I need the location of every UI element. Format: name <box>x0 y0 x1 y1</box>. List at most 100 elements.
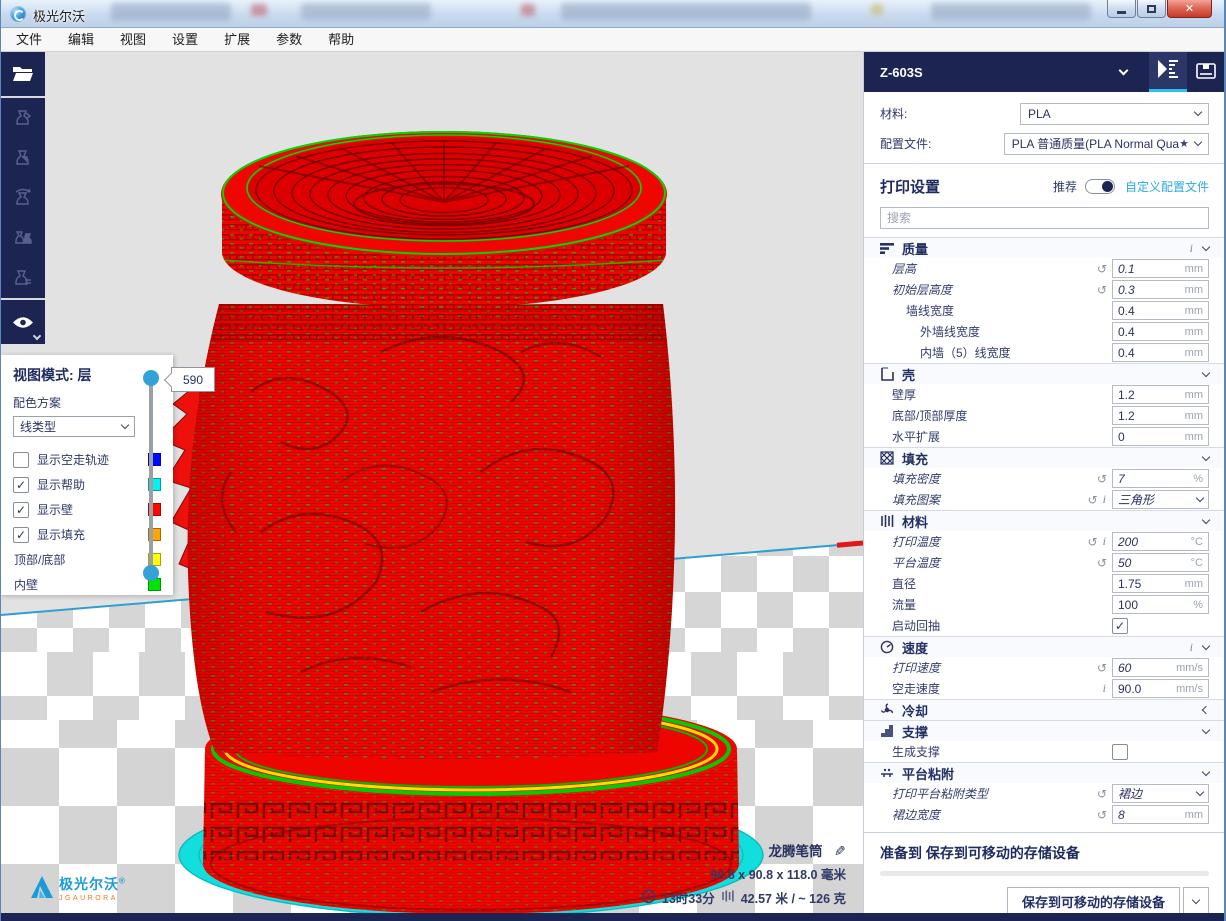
model-3d[interactable] <box>161 131 763 913</box>
setting-input[interactable]: 0.4mm <box>1112 322 1209 341</box>
chevron-down-icon[interactable] <box>1202 641 1210 649</box>
reset-icon[interactable]: ↺ <box>1097 556 1107 570</box>
printer-name[interactable]: Z-603S <box>880 65 1120 80</box>
setting-input[interactable]: 60mm/s <box>1112 658 1209 677</box>
layer-range-slider[interactable]: 590 <box>143 370 159 581</box>
menu-item[interactable]: 视图 <box>107 28 159 51</box>
section-header[interactable]: 壳 <box>864 363 1225 384</box>
setting-dropdown[interactable]: 裙边 <box>1112 784 1209 803</box>
setting-input[interactable]: 0.4mm <box>1112 343 1209 362</box>
edit-name-icon[interactable]: ✎ <box>834 843 846 860</box>
section-header[interactable]: 填充 <box>864 447 1225 468</box>
slider-top-handle[interactable] <box>143 370 159 386</box>
profile-select[interactable]: PLA 普通质量(PLA Normal Qua ★ <box>1004 133 1209 155</box>
reset-icon[interactable]: ↺ <box>1097 661 1107 675</box>
view-mode-button[interactable] <box>1 300 45 344</box>
setting-input[interactable]: 8mm <box>1112 805 1209 824</box>
slice-view-button[interactable] <box>1149 52 1187 92</box>
open-file-button[interactable] <box>1 52 45 96</box>
toggle-knob <box>1102 181 1113 192</box>
section-header[interactable]: 质量i <box>864 237 1225 258</box>
setting-value: 1.2 <box>1118 409 1185 423</box>
minimize-button[interactable] <box>1107 0 1136 18</box>
chevron-down-icon[interactable] <box>1202 515 1210 523</box>
print-device-button[interactable] <box>1187 52 1225 92</box>
menu-item[interactable]: 文件 <box>3 28 55 51</box>
setting-input[interactable]: 0.3mm <box>1112 280 1209 299</box>
slider-bottom-handle[interactable] <box>143 565 159 581</box>
reset-icon[interactable]: ↺ <box>1088 493 1098 507</box>
scale-tool-button[interactable] <box>1 138 45 178</box>
move-tool-button[interactable] <box>1 98 45 138</box>
section-header[interactable]: 材料 <box>864 510 1225 531</box>
section-header[interactable]: 支撑 <box>864 720 1225 741</box>
setting-input[interactable]: 1.2mm <box>1112 406 1209 425</box>
setting-input[interactable]: 0mm <box>1112 427 1209 446</box>
setting-input[interactable]: 0.1mm <box>1112 259 1209 278</box>
setting-checkbox[interactable]: ✓ <box>1112 618 1128 634</box>
color-scheme-label: 配色方案 <box>13 394 163 411</box>
chevron-down-icon[interactable] <box>1202 452 1210 460</box>
setting-input[interactable]: 90.0mm/s <box>1112 679 1209 698</box>
slider-track[interactable] <box>149 378 153 573</box>
setting-input[interactable]: 7% <box>1112 469 1209 488</box>
chevron-down-icon[interactable] <box>1202 368 1210 376</box>
legend-checkbox[interactable]: ✓ <box>13 527 29 543</box>
info-icon[interactable]: i <box>1103 534 1106 549</box>
maximize-button[interactable] <box>1137 0 1166 18</box>
recommended-custom-toggle[interactable] <box>1085 179 1115 194</box>
setting-input[interactable]: 200°C <box>1112 532 1209 551</box>
chevron-down-icon <box>33 332 41 340</box>
setting-input[interactable]: 0.4mm <box>1112 301 1209 320</box>
setting-input[interactable]: 1.75mm <box>1112 574 1209 593</box>
reset-icon[interactable]: ↺ <box>1097 283 1107 297</box>
legend-checkbox[interactable] <box>13 452 29 468</box>
reset-icon[interactable]: ↺ <box>1097 787 1107 801</box>
material-select[interactable]: PLA <box>1020 103 1209 125</box>
setting-row: 启动回抽✓ <box>864 615 1225 636</box>
legend-checkbox[interactable]: ✓ <box>13 477 29 493</box>
viewport-3d[interactable]: 视图模式: 层 配色方案 线类型 显示空走轨迹✓显示帮助✓显示壁✓显示填充顶部/… <box>1 52 863 913</box>
menu-item[interactable]: 参数 <box>263 28 315 51</box>
chevron-left-icon[interactable] <box>1202 706 1210 714</box>
setting-input[interactable]: 50°C <box>1112 553 1209 572</box>
chevron-down-icon[interactable] <box>1119 66 1129 76</box>
menu-item[interactable]: 设置 <box>159 28 211 51</box>
setting-input[interactable]: 100% <box>1112 595 1209 614</box>
section-title: 填充 <box>902 449 1193 468</box>
settings-search-input[interactable] <box>880 207 1209 229</box>
chevron-down-icon[interactable] <box>1202 725 1210 733</box>
reset-icon[interactable]: ↺ <box>1097 808 1107 822</box>
save-options-button[interactable] <box>1183 887 1209 916</box>
legend-checkbox[interactable]: ✓ <box>13 502 29 518</box>
chevron-down-icon[interactable] <box>1202 242 1210 250</box>
reset-icon[interactable]: ↺ <box>1097 262 1107 276</box>
setting-dropdown[interactable]: 三角形 <box>1112 490 1209 509</box>
info-icon[interactable]: i <box>1190 241 1193 256</box>
section-header[interactable]: 平台粘附 <box>864 762 1225 783</box>
setting-input[interactable]: 1.2mm <box>1112 385 1209 404</box>
info-icon[interactable]: i <box>1103 681 1106 696</box>
save-to-removable-button[interactable]: 保存到可移动的存储设备 <box>1007 887 1180 916</box>
custom-profile-link[interactable]: 自定义配置文件 <box>1125 178 1209 195</box>
bottom-status-strip <box>1 913 1224 921</box>
per-model-settings-button[interactable] <box>1 258 45 298</box>
reset-icon[interactable]: ↺ <box>1088 535 1098 549</box>
menu-item[interactable]: 编辑 <box>55 28 107 51</box>
section-header[interactable]: 冷却 <box>864 699 1225 720</box>
info-icon[interactable]: i <box>1103 492 1106 507</box>
section-header[interactable]: 速度i <box>864 636 1225 657</box>
setting-label: 打印温度 <box>880 533 1088 550</box>
rotate-tool-button[interactable] <box>1 178 45 218</box>
view-mode-eye-icon <box>12 316 34 329</box>
info-icon[interactable]: i <box>1190 640 1193 655</box>
color-scheme-select[interactable]: 线类型 <box>13 416 135 437</box>
close-button[interactable]: ✕ <box>1167 0 1212 18</box>
mirror-tool-button[interactable] <box>1 218 45 258</box>
setting-value: 60 <box>1118 661 1176 675</box>
reset-icon[interactable]: ↺ <box>1097 472 1107 486</box>
chevron-down-icon[interactable] <box>1202 767 1210 775</box>
setting-checkbox[interactable] <box>1112 744 1128 760</box>
menu-item[interactable]: 扩展 <box>211 28 263 51</box>
menu-item[interactable]: 帮助 <box>315 28 367 51</box>
